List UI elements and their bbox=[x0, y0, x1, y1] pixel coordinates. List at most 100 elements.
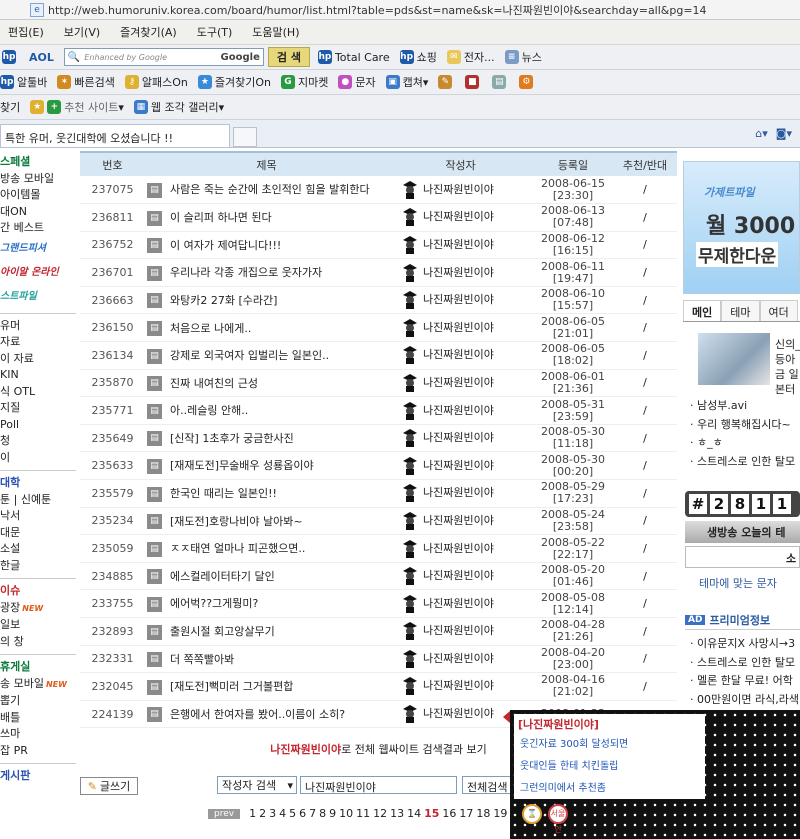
list-item[interactable]: · 스트레스로 인한 탈모 bbox=[690, 654, 799, 673]
table-row[interactable]: 236663 ▤ 와탕카2 27화 [수라간] 나진짜원빈이야 2008-06-1… bbox=[80, 286, 677, 315]
post-title-cell[interactable]: ▤ 더 쪽쪽빨아봐 bbox=[145, 645, 388, 674]
author-name[interactable]: 나진짜원빈이야 bbox=[423, 459, 494, 472]
author-name[interactable]: 나진짜원빈이야 bbox=[423, 348, 494, 361]
post-title[interactable]: 에어벅??그게뭥미? bbox=[170, 597, 258, 610]
author-cell[interactable]: 나진짜원빈이야 bbox=[388, 203, 533, 232]
page-link[interactable]: 15 bbox=[424, 807, 439, 820]
author-cell[interactable]: 나진짜원빈이야 bbox=[388, 617, 533, 646]
post-title-cell[interactable]: ▤ 진짜 내여친의 근성 bbox=[145, 369, 388, 398]
author-cell[interactable]: 나진짜원빈이야 bbox=[388, 258, 533, 287]
page-link[interactable]: 10 bbox=[339, 807, 353, 820]
seoul-badge-icon[interactable]: 서울안 bbox=[548, 804, 568, 834]
author-cell[interactable]: 나진짜원빈이야 bbox=[388, 451, 533, 481]
menu-edit[interactable]: 편집(E) bbox=[8, 24, 44, 40]
alpass-button[interactable]: ⚷ 알패스On bbox=[124, 74, 188, 90]
author-name[interactable]: 나진짜원빈이야 bbox=[423, 624, 494, 637]
author-name[interactable]: 나진짜원빈이야 bbox=[423, 569, 494, 582]
find-button[interactable]: 찾기 bbox=[0, 99, 20, 115]
author-cell[interactable]: 나진짜원빈이야 bbox=[388, 672, 533, 701]
post-title[interactable]: 와탕카2 27화 [수라간] bbox=[170, 294, 277, 307]
table-row[interactable]: 232331 ▤ 더 쪽쪽빨아봐 나진짜원빈이야 2008-04-20 [23:00… bbox=[80, 645, 677, 674]
page-link[interactable]: 4 bbox=[279, 807, 286, 820]
author-cell[interactable]: 나진짜원빈이야 bbox=[388, 507, 533, 536]
post-title-cell[interactable]: ▤ 이 슬리퍼 하나면 된다 bbox=[145, 203, 388, 232]
author-name[interactable]: 나진짜원빈이야 bbox=[423, 679, 494, 692]
left-link[interactable]: 자료 bbox=[0, 334, 76, 351]
page-link[interactable]: 11 bbox=[356, 807, 370, 820]
menu-tools[interactable]: 도구(T) bbox=[197, 24, 233, 40]
live-broadcast-banner[interactable]: 생방송 오늘의 테 bbox=[685, 521, 800, 543]
table-row[interactable]: 235870 ▤ 진짜 내여친의 근성 나진짜원빈이야 2008-06-01 [21… bbox=[80, 369, 677, 398]
post-title[interactable]: 우리나라 각종 개집으로 웃자가자 bbox=[170, 266, 322, 279]
favorites-on-button[interactable]: ★ 즐겨찾기On bbox=[197, 74, 271, 90]
author-name[interactable]: 나진짜원빈이야 bbox=[423, 183, 494, 196]
author-cell[interactable]: 나진짜원빈이야 bbox=[388, 645, 533, 674]
post-title[interactable]: 사람은 죽는 순간에 초인적인 힘을 발휘한다 bbox=[170, 183, 370, 196]
write-button[interactable]: ✎ 글쓰기 bbox=[80, 777, 138, 795]
table-row[interactable]: 237075 ▤ 사람은 죽는 순간에 초인적인 힘을 발휘한다 나진짜원빈이야 … bbox=[80, 176, 677, 205]
post-title[interactable]: [재재도전]무술배우 성룡옵이야 bbox=[170, 459, 314, 472]
page-link[interactable]: 17 bbox=[459, 807, 473, 820]
list-item[interactable]: · 스트레스로 인한 탈모 bbox=[690, 453, 795, 472]
archive-icon[interactable]: ■ bbox=[465, 75, 482, 89]
post-title[interactable]: 더 쪽쪽빨아봐 bbox=[170, 653, 234, 666]
left-link[interactable]: 이 bbox=[0, 450, 76, 467]
page-link[interactable]: 7 bbox=[309, 807, 316, 820]
left-link[interactable]: 유머 bbox=[0, 318, 76, 335]
left-link[interactable]: 배틀 bbox=[0, 710, 76, 727]
file-logo[interactable]: 스트파일 bbox=[0, 285, 76, 309]
post-title[interactable]: 한국인 때리는 일본인!! bbox=[170, 487, 277, 500]
post-title[interactable]: [재도전]호랑나비야 날아봐~ bbox=[170, 515, 303, 528]
list-item[interactable]: · 00만원이면 라식,라색 bbox=[690, 691, 799, 710]
table-row[interactable]: 236150 ▤ 처음으로 나에게.. 나진짜원빈이야 2008-06-05 [21… bbox=[80, 313, 677, 343]
author-name[interactable]: 나진짜원빈이야 bbox=[423, 652, 494, 665]
author-name[interactable]: 나진짜원빈이야 bbox=[423, 293, 494, 306]
search-type-select[interactable]: 작성자 검색 ▾ bbox=[217, 776, 297, 794]
left-link[interactable]: 의 창 bbox=[0, 634, 76, 651]
page-link[interactable]: 5 bbox=[289, 807, 296, 820]
table-row[interactable]: 235234 ▤ [재도전]호랑나비야 날아봐~ 나진짜원빈이야 2008-05-… bbox=[80, 507, 677, 536]
thumbnail-caption[interactable]: 신의_ 등아금 일본터 bbox=[775, 337, 800, 397]
left-link[interactable]: KIN bbox=[0, 367, 76, 384]
post-title-cell[interactable]: ▤ 아..레슬링 안해.. bbox=[145, 396, 388, 425]
table-row[interactable]: 235579 ▤ 한국인 때리는 일본인!! 나진짜원빈이야 2008-05-29… bbox=[80, 479, 677, 508]
left-link[interactable]: 잡 PR bbox=[0, 743, 76, 760]
left-link[interactable]: 쓰마 bbox=[0, 726, 76, 743]
post-title-cell[interactable]: ▤ 에스컬레이터타기 달인 bbox=[145, 562, 388, 591]
post-title[interactable]: 이 여자가 제여답니다!!! bbox=[170, 239, 281, 252]
page-link[interactable]: 8 bbox=[319, 807, 326, 820]
author-cell[interactable]: 나진짜원빈이야 bbox=[388, 313, 533, 343]
menu-view[interactable]: 보기(V) bbox=[64, 24, 100, 40]
board-search-input[interactable]: 나진짜원빈이야 bbox=[300, 776, 457, 794]
post-title-cell[interactable]: ▤ [신작] 1초후가 궁금한사진 bbox=[145, 424, 388, 453]
post-title-cell[interactable]: ▤ 우리나라 각종 개집으로 웃자가자 bbox=[145, 258, 388, 287]
author-cell[interactable]: 나진짜원빈이야 bbox=[388, 176, 533, 205]
post-title-cell[interactable]: ▤ 와탕카2 27화 [수라간] bbox=[145, 286, 388, 315]
table-row[interactable]: 232045 ▤ [재도전]뻑미러 그거볼편합 나진짜원빈이야 2008-04-1… bbox=[80, 672, 677, 701]
page-link[interactable]: 1 bbox=[249, 807, 256, 820]
post-title-cell[interactable]: ▤ 한국인 때리는 일본인!! bbox=[145, 479, 388, 508]
new-tab-button[interactable] bbox=[233, 126, 257, 147]
post-title-cell[interactable]: ▤ 출원시절 회고앙살무기 bbox=[145, 617, 388, 646]
post-title-cell[interactable]: ▤ [재도전]뻑미러 그거볼편합 bbox=[145, 672, 388, 701]
author-name[interactable]: 나진짜원빈이야 bbox=[423, 266, 494, 279]
save-icon[interactable]: ▤ bbox=[492, 75, 509, 89]
post-title[interactable]: 에스컬레이터타기 달인 bbox=[170, 570, 275, 583]
rss-icon[interactable]: ◙▾ bbox=[776, 127, 792, 140]
left-link[interactable]: 방송 모바일 bbox=[0, 171, 76, 188]
author-cell[interactable]: 나진짜원빈이야 bbox=[388, 562, 533, 591]
page-link[interactable]: 14 bbox=[407, 807, 421, 820]
list-item[interactable]: · 이유문지X 사망시→3 bbox=[690, 635, 799, 654]
table-row[interactable]: 236701 ▤ 우리나라 각종 개집으로 웃자가자 나진짜원빈이야 2008-0… bbox=[80, 258, 677, 287]
online-game-logo[interactable]: 아이알 온라인 bbox=[0, 261, 76, 285]
page-link[interactable]: 12 bbox=[373, 807, 387, 820]
table-row[interactable]: 236134 ▤ 강제로 외국여자 입벌리는 일본인.. 나진짜원빈이야 2008… bbox=[80, 341, 677, 370]
toolbar-shopping[interactable]: hp 쇼핑 bbox=[399, 49, 437, 65]
page-link[interactable]: 13 bbox=[390, 807, 404, 820]
table-row[interactable]: 233755 ▤ 에어벅??그게뭥미? 나진짜원빈이야 2008-05-08 [12… bbox=[80, 589, 677, 618]
list-item[interactable]: · 남성부.avi bbox=[690, 397, 795, 416]
ad-banner[interactable]: 가제트파일 월 3000 무제한다운 bbox=[683, 161, 800, 294]
author-cell[interactable]: 나진짜원빈이야 bbox=[388, 396, 533, 425]
author-cell[interactable]: 나진짜원빈이야 bbox=[388, 589, 533, 618]
post-title[interactable]: [재도전]뻑미러 그거볼편합 bbox=[170, 680, 293, 693]
